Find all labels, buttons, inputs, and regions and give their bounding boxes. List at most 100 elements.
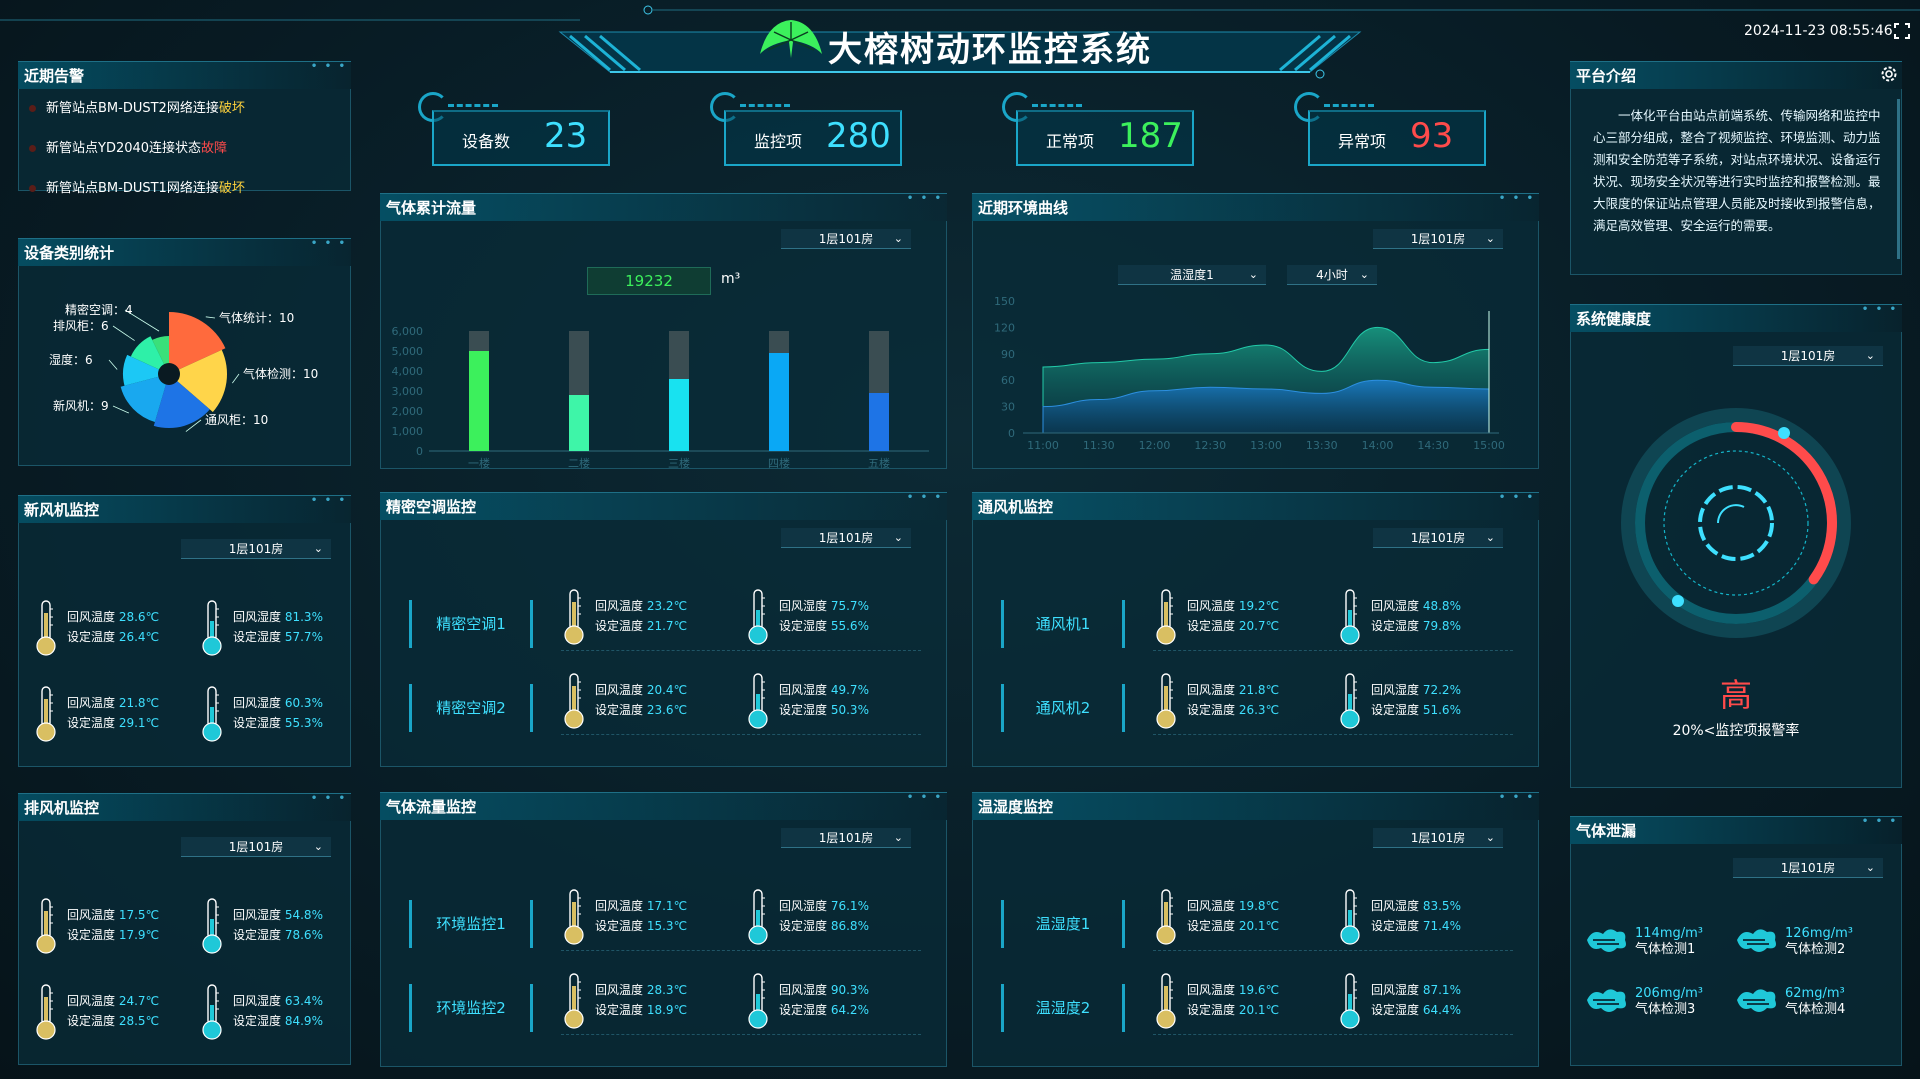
panel-title: 新风机监控 • • • [18, 495, 351, 523]
sensor-reading: 回风湿度 48.8% 设定湿度 79.8% [1371, 599, 1461, 633]
room-select[interactable]: 1层101房 ⌄ [181, 539, 331, 559]
banyan-tree-logo [760, 20, 822, 58]
stat-card-0: 设备数 23 [432, 110, 610, 166]
sensor-reading: 回风温度 24.7℃ 设定温度 28.5℃ [67, 994, 160, 1028]
x-tick-label: 15:00 [1473, 439, 1505, 452]
alarm-item[interactable]: 新管站点BM-DUST2网络连接破坏 [29, 99, 245, 119]
sensor-reading: 回风温度 17.5℃ 设定温度 17.9℃ [67, 908, 160, 942]
humidity-thermometer-icon [199, 983, 225, 1041]
humidity-thermometer-icon [745, 672, 771, 730]
thermometer-icon [33, 599, 59, 657]
stat-label: 监控项 [754, 132, 803, 151]
alarm-status: 破坏 [218, 181, 245, 196]
gas-leak-icon [1585, 924, 1629, 960]
row-divider [1153, 734, 1513, 735]
fullscreen-icon[interactable] [1893, 22, 1911, 40]
x-tick-label: 11:30 [1083, 439, 1115, 452]
device-name[interactable]: 精密空调1 [409, 600, 533, 648]
alarm-status: 故障 [201, 141, 228, 156]
pie-label: 气体检测：10 [243, 366, 318, 381]
sensor-reading: 回风温度 19.2℃ 设定温度 20.7℃ [1187, 599, 1280, 633]
humidity-thermometer-icon [199, 685, 225, 743]
y-tick-label: 0 [416, 445, 423, 458]
alarm-item[interactable]: 新管站点BM-DUST1网络连接破坏 [29, 179, 245, 199]
device-name[interactable]: 环境监控1 [409, 900, 533, 948]
device-name[interactable]: 温湿度2 [1001, 984, 1125, 1032]
room-select[interactable]: 1层101房 ⌄ [781, 528, 911, 548]
device-name[interactable]: 温湿度1 [1001, 900, 1125, 948]
room-select[interactable]: 1层101房 ⌄ [1373, 828, 1503, 848]
intro-text: 一体化平台由站点前端系统、传输网络和监控中心三部分组成，整合了视频监控、环境监测… [1593, 108, 1881, 233]
exhaust-panel: 排风机监控 • • • 1层101房 ⌄ 回风温度 17.5℃ 设定温度 17.9℃ 回风湿… [18, 793, 351, 1065]
chevron-down-icon: ⌄ [1865, 349, 1875, 362]
device-name[interactable]: 通风机1 [1001, 600, 1125, 648]
row-divider [561, 734, 921, 735]
pie-label: 气体统计：10 [219, 310, 294, 325]
x-tick-label: 11:00 [1027, 439, 1059, 452]
room-select[interactable]: 1层101房 ⌄ [781, 828, 911, 848]
device-pie-chart: 气体统计：10 气体检测：10 通风柜：10 新风机：9 湿度：6 排风柜：6 精密空调：4 [49, 302, 318, 432]
gas-reading: 114mg/m³ 气体检测1 [1635, 926, 1703, 957]
gas-leak-icon [1585, 984, 1629, 1020]
th-monitor-panel: 温湿度监控 • • • 1层101房 ⌄ 温湿度1 回风温度 19.8℃ 设定温度 20.1… [972, 792, 1539, 1067]
chevron-down-icon: ⌄ [1485, 831, 1495, 844]
room-select[interactable]: 1层101房 ⌄ [1733, 858, 1883, 878]
thermometer-icon [1153, 588, 1179, 646]
chevron-down-icon: ⌄ [1485, 531, 1495, 544]
y-tick-label: 5,000 [392, 345, 424, 358]
room-select[interactable]: 1层101房 ⌄ [1733, 346, 1883, 366]
gauge-marker [1778, 427, 1790, 439]
gauge-core-arc [1717, 504, 1745, 524]
device-name[interactable]: 精密空调2 [409, 684, 533, 732]
device-stats-panel: 设备类别统计 • • • 气体统计：10 气体检测：10 通风柜：10 新风机：9 湿度：… [18, 238, 351, 466]
x-tick-label: 12:30 [1194, 439, 1226, 452]
sensor-reading: 回风温度 23.2℃ 设定温度 21.7℃ [595, 599, 688, 633]
sensor-reading: 回风温度 21.8℃ 设定温度 26.3℃ [1187, 683, 1280, 717]
gas-flow-bar-chart: 6,000 5,000 4,000 3,000 2,000 1,000 0 一楼 二楼 三楼 四楼 五… [392, 325, 929, 469]
room-select[interactable]: 1层101房 ⌄ [781, 229, 911, 249]
stat-card-2: 正常项 187 [1016, 110, 1194, 166]
y-tick-label: 6,000 [392, 325, 424, 338]
pie-leader-line [205, 316, 216, 319]
humidity-thermometer-icon [1337, 972, 1363, 1030]
thermometer-icon [561, 972, 587, 1030]
sensor-reading: 回风温度 17.1℃ 设定温度 15.3℃ [595, 899, 688, 933]
sensor-select[interactable]: 温湿度1 ⌄ [1118, 265, 1266, 285]
sensor-reading: 回风湿度 49.7% 设定湿度 50.3% [779, 683, 869, 717]
dashboard: 大榕树动环监控系统 2024-11-23 08:55:46 近期告警 • • • … [0, 0, 1920, 1079]
room-select[interactable]: 1层101房 ⌄ [181, 837, 331, 857]
device-name[interactable]: 环境监控2 [409, 984, 533, 1032]
gas-reading: 62mg/m³ 气体检测4 [1785, 986, 1846, 1017]
thermometer-icon [33, 983, 59, 1041]
room-select[interactable]: 1层101房 ⌄ [1373, 528, 1503, 548]
pie-label: 通风柜：10 [205, 413, 268, 427]
datetime: 2024-11-23 08:55:46 [1744, 23, 1893, 39]
device-name[interactable]: 通风机2 [1001, 684, 1125, 732]
alarm-panel: 近期告警 • • • 新管站点BM-DUST2网络连接破坏 新管站点YD2040连接… [18, 61, 351, 196]
gas-leak-panel: 气体泄漏 • • • 1层101房 ⌄ 114mg/m³ 气体检测1 126mg/m³ 气… [1570, 816, 1902, 1066]
page-title: 大榕树动环监控系统 [828, 30, 1152, 70]
panel-title: 气体泄漏 • • • [1570, 816, 1902, 844]
alarm-item[interactable]: 新管站点YD2040连接状态故障 [29, 139, 227, 159]
humidity-thermometer-icon [1337, 672, 1363, 730]
gas-reading: 206mg/m³ 气体检测3 [1635, 986, 1703, 1017]
env-curve-panel: 近期环境曲线 • • • 1层101房 ⌄ 温湿度1 ⌄ 4小时 ⌄ 150 120 90 6… [972, 193, 1539, 469]
pie-leader-line [112, 405, 130, 414]
y-tick-label: 120 [994, 321, 1015, 334]
gear-icon[interactable] [1880, 65, 1898, 83]
sensor-reading: 回风温度 28.6℃ 设定温度 26.4℃ [67, 610, 160, 644]
humidity-thermometer-icon [745, 888, 771, 946]
scrollbar[interactable] [1897, 99, 1900, 259]
stat-card-1: 监控项 280 [724, 110, 902, 166]
chevron-down-icon: ⌄ [893, 232, 903, 245]
room-select[interactable]: 1层101房 ⌄ [1373, 229, 1503, 249]
y-tick-label: 4,000 [392, 365, 424, 378]
health-level: 高 [1719, 676, 1752, 714]
stat-accent [1032, 104, 1082, 108]
panel-title: 气体累计流量 • • • [380, 193, 947, 221]
time-range-select[interactable]: 4小时 ⌄ [1287, 265, 1377, 285]
panel-title: 近期环境曲线 • • • [972, 193, 1539, 221]
thermometer-icon [561, 672, 587, 730]
humidity-thermometer-icon [199, 599, 225, 657]
gas-monitor-panel: 气体流量监控 • • • 1层101房 ⌄ 环境监控1 回风温度 17.1℃ 设定温度 15… [380, 792, 947, 1067]
